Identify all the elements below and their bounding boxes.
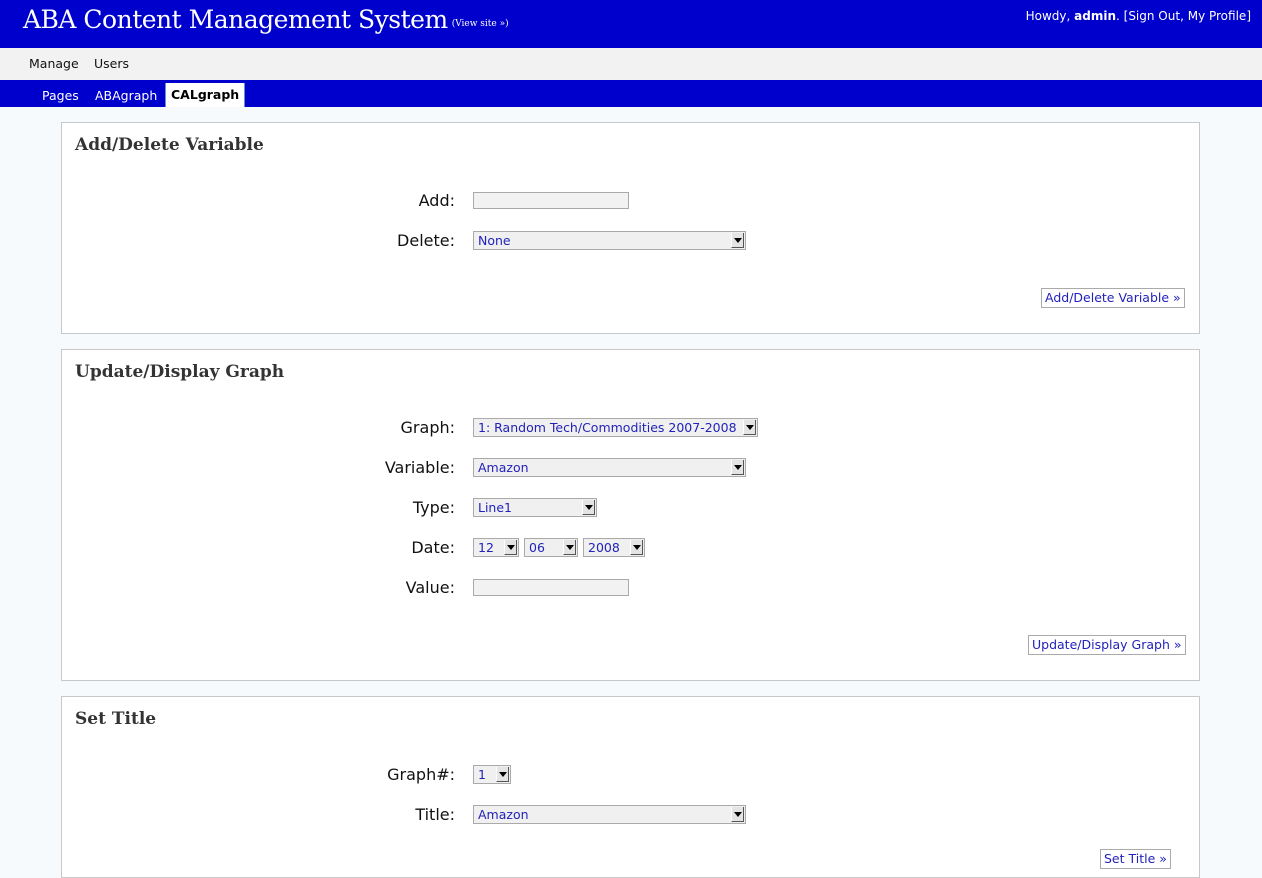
user-info: Howdy, admin. [Sign Out, My Profile] — [1026, 9, 1251, 23]
date-month-select[interactable]: 12 — [473, 538, 519, 557]
chevron-down-icon — [731, 233, 744, 248]
add-variable-input[interactable] — [473, 192, 629, 209]
tab-calgraph[interactable]: CALgraph — [165, 83, 246, 107]
graph-label: Graph: — [400, 418, 455, 437]
add-label: Add: — [418, 191, 455, 210]
delete-variable-select[interactable]: None — [473, 231, 746, 250]
chevron-down-icon — [504, 540, 517, 555]
user-sep-close: ] — [1246, 9, 1251, 23]
site-header: ABA Content Management System (View site … — [0, 0, 1262, 48]
tab-bar: Pages ABAgraph CALgraph — [0, 80, 1262, 107]
chevron-down-icon — [731, 460, 744, 475]
my-profile-link[interactable]: My Profile — [1188, 9, 1247, 23]
select-value: Amazon — [478, 807, 529, 822]
panel-title: Update/Display Graph — [75, 362, 285, 382]
user-sep-comma: , — [1180, 9, 1184, 23]
variable-label: Variable: — [384, 458, 455, 477]
date-year-select[interactable]: 2008 — [583, 538, 645, 557]
chevron-down-icon — [496, 767, 509, 782]
chevron-down-icon — [743, 420, 756, 435]
panel-title: Set Title — [75, 709, 157, 729]
date-label: Date: — [411, 538, 455, 557]
set-title-button[interactable]: Set Title » — [1100, 849, 1171, 869]
value-input[interactable] — [473, 579, 629, 596]
howdy-text: Howdy, — [1025, 9, 1071, 23]
tab-pages[interactable]: Pages — [42, 88, 79, 103]
menu-bar: Manage Users — [0, 48, 1262, 80]
variable-select[interactable]: Amazon — [473, 458, 746, 477]
type-select[interactable]: Line1 — [473, 498, 597, 517]
select-value: 12 — [478, 540, 494, 555]
update-display-graph-button[interactable]: Update/Display Graph » — [1028, 635, 1186, 655]
set-title-panel: Set Title Graph#: 1 Title: Amazon Set Ti… — [61, 696, 1200, 878]
select-value: Amazon — [478, 460, 529, 475]
select-value: 1: Random Tech/Commodities 2007-2008 — [478, 420, 737, 435]
delete-label: Delete: — [397, 231, 455, 250]
panel-title: Add/Delete Variable — [75, 135, 264, 155]
chevron-down-icon — [731, 807, 744, 822]
add-delete-variable-button[interactable]: Add/Delete Variable » — [1041, 288, 1185, 308]
update-display-graph-panel: Update/Display Graph Graph: 1: Random Te… — [61, 349, 1200, 681]
username: admin — [1074, 9, 1116, 23]
title-select[interactable]: Amazon — [473, 805, 746, 824]
value-label: Value: — [405, 578, 455, 597]
add-delete-variable-panel: Add/Delete Variable Add: Delete: None Ad… — [61, 122, 1200, 334]
select-value: 2008 — [588, 540, 620, 555]
chevron-down-icon — [630, 540, 643, 555]
type-label: Type: — [412, 498, 455, 517]
user-sep-open: . [ — [1116, 9, 1129, 23]
select-value: 06 — [529, 540, 545, 555]
view-site-link[interactable]: (View site ») — [452, 19, 509, 29]
graph-select[interactable]: 1: Random Tech/Commodities 2007-2008 — [473, 418, 758, 437]
menu-item-users[interactable]: Users — [94, 56, 129, 71]
date-day-select[interactable]: 06 — [524, 538, 578, 557]
chevron-down-icon — [582, 500, 595, 515]
menu-item-manage[interactable]: Manage — [29, 56, 79, 71]
select-value: Line1 — [478, 500, 513, 515]
graph-number-select[interactable]: 1 — [473, 765, 511, 784]
tab-abagraph[interactable]: ABAgraph — [95, 88, 157, 103]
title-label: Title: — [415, 805, 455, 824]
site-title: ABA Content Management System (View site … — [23, 5, 509, 34]
select-value: 1 — [478, 767, 486, 782]
chevron-down-icon — [563, 540, 576, 555]
select-value: None — [478, 233, 511, 248]
sign-out-link[interactable]: Sign Out — [1128, 9, 1180, 23]
graph-number-label: Graph#: — [387, 765, 455, 784]
site-title-text: ABA Content Management System — [23, 5, 448, 34]
